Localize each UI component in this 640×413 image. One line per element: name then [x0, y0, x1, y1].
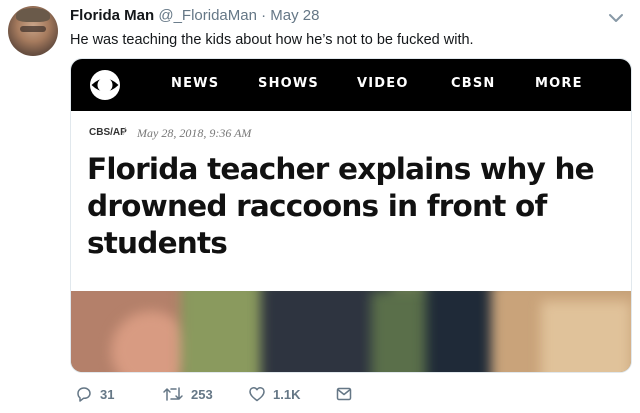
source-divider: / — [123, 126, 127, 138]
article-source: CBS/AP — [89, 127, 127, 138]
avatar-hair — [16, 8, 50, 22]
avatar-glasses — [20, 26, 46, 32]
nav-cbsn[interactable]: CBSN — [451, 76, 496, 91]
cbs-eye-logo[interactable] — [89, 69, 121, 101]
like-icon — [249, 386, 265, 402]
author-name[interactable]: Florida Man — [70, 7, 154, 24]
like-count: 1.1K — [273, 386, 301, 402]
tweet-header: Florida Man @_FloridaMan · May 28 — [70, 7, 320, 24]
link-card[interactable]: NEWS SHOWS VIDEO CBSN MORE CBS/AP / May … — [70, 58, 632, 373]
like-button[interactable]: 1.1K — [248, 385, 300, 403]
article-photo — [71, 291, 631, 372]
tweet-text: He was teaching the kids about how he’s … — [70, 32, 474, 48]
article-date: May 28, 2018, 9:36 AM — [137, 126, 252, 140]
nav-shows[interactable]: SHOWS — [258, 76, 319, 91]
cbs-navbar: NEWS SHOWS VIDEO CBSN MORE — [71, 59, 631, 111]
nav-more[interactable]: MORE — [535, 76, 583, 91]
avatar[interactable] — [8, 6, 58, 56]
message-button[interactable] — [335, 385, 353, 403]
author-handle[interactable]: @_FloridaMan — [158, 7, 257, 24]
message-icon — [336, 387, 352, 401]
retweet-icon — [163, 387, 183, 401]
reply-icon — [77, 387, 91, 402]
retweet-button[interactable]: 253 — [162, 385, 213, 403]
article-headline: Florida teacher explains why he drowned … — [87, 152, 595, 260]
nav-video[interactable]: VIDEO — [357, 76, 409, 91]
reply-button[interactable]: 31 — [75, 385, 114, 403]
nav-news[interactable]: NEWS — [171, 76, 219, 91]
retweet-count: 253 — [191, 386, 213, 402]
tweet-date[interactable]: May 28 — [270, 7, 319, 24]
header-separator: · — [261, 7, 267, 24]
chevron-down-icon[interactable] — [606, 8, 626, 28]
reply-count: 31 — [100, 386, 115, 402]
